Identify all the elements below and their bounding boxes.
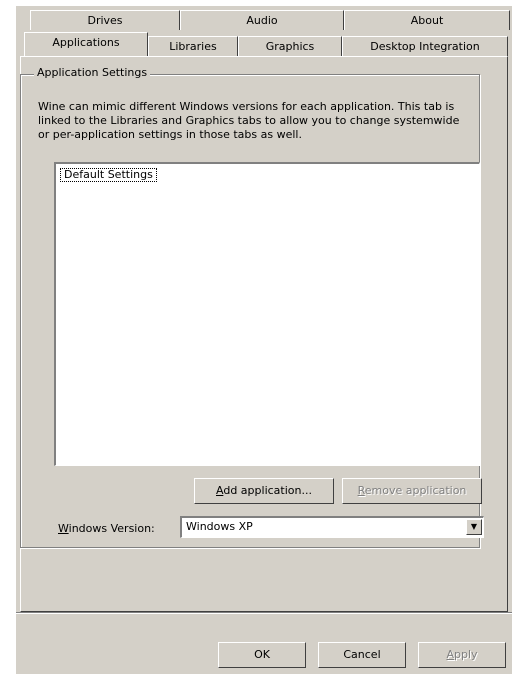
tab-drives[interactable]: Drives bbox=[30, 10, 180, 30]
tab-applications[interactable]: Applications bbox=[24, 32, 148, 56]
remove-mnemonic: R bbox=[357, 484, 365, 497]
group-description: Wine can mimic different Windows version… bbox=[38, 100, 460, 141]
version-label-text: indows Version: bbox=[68, 522, 155, 535]
separator bbox=[16, 612, 512, 614]
ok-button[interactable]: OK bbox=[218, 642, 306, 668]
tab-libraries[interactable]: Libraries bbox=[148, 36, 238, 56]
tab-graphics[interactable]: Graphics bbox=[238, 36, 342, 56]
tab-about[interactable]: About bbox=[344, 10, 510, 30]
chevron-down-icon[interactable]: ▼ bbox=[466, 519, 482, 535]
apply-label: pply bbox=[454, 648, 478, 661]
remove-application-button[interactable]: Remove application bbox=[342, 478, 482, 504]
tab-desktop-integration[interactable]: Desktop Integration bbox=[342, 36, 508, 56]
tab-audio[interactable]: Audio bbox=[180, 10, 344, 30]
apply-button[interactable]: Apply bbox=[418, 642, 506, 668]
version-mnemonic: W bbox=[58, 522, 69, 535]
list-item-default-settings[interactable]: Default Settings bbox=[60, 168, 157, 182]
windows-version-value: Windows XP bbox=[186, 520, 253, 533]
windows-version-label: Windows Version: bbox=[58, 522, 155, 535]
group-title: Application Settings bbox=[34, 66, 151, 79]
windows-version-select[interactable]: Windows XP ▼ bbox=[180, 516, 484, 538]
add-application-button[interactable]: Add application... bbox=[194, 478, 334, 504]
remove-label: emove application bbox=[364, 484, 467, 497]
application-list[interactable]: Default Settings bbox=[54, 162, 480, 466]
cancel-button[interactable]: Cancel bbox=[318, 642, 406, 668]
apply-mnemonic: A bbox=[446, 648, 454, 661]
add-label: dd application... bbox=[223, 484, 312, 497]
